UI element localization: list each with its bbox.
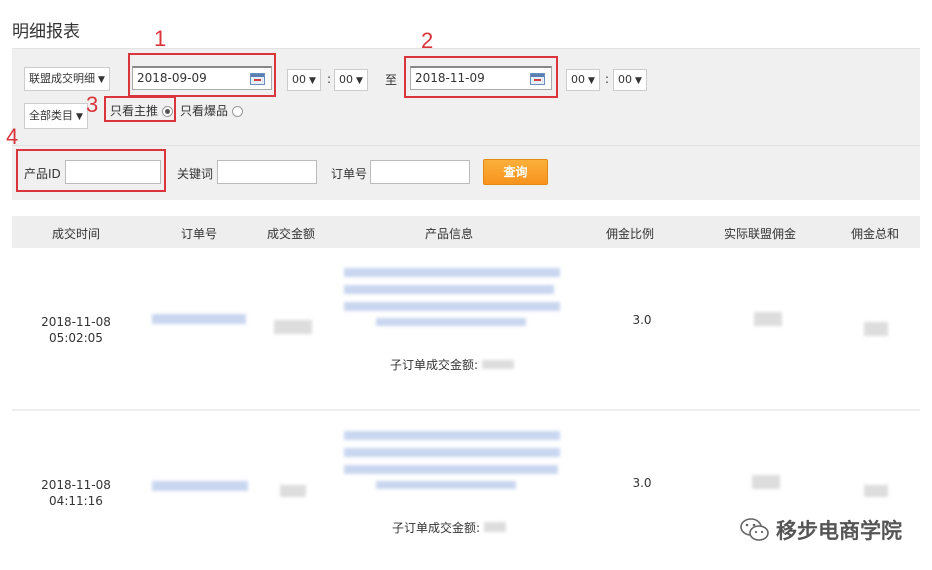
order-number-blurred[interactable] [152,314,246,324]
end-minute-value: 00 [618,73,632,86]
product-info-blurred[interactable] [344,431,560,440]
end-hour-value: 00 [571,73,585,86]
column-header: 佣金总和 [850,227,900,241]
chevron-down-icon: ▼ [356,76,363,86]
annotation-box-1 [128,53,276,97]
commission-total-blurred [864,322,888,336]
divider [12,145,920,146]
chevron-down-icon: ▼ [635,76,642,86]
sub-order-amount: 子订单成交金额: [390,356,515,373]
category-value: 全部类目 [29,109,73,122]
column-header: 成交时间 [51,227,101,241]
commission-total-blurred [864,485,888,497]
product-info-blurred[interactable] [344,448,560,457]
colon: : [605,72,610,86]
transaction-time: 2018-11-08 05:02:05 [41,315,111,345]
table-row: 2018-11-08 04:11:16 3.0 子订单成交金额: [0,411,932,570]
chevron-down-icon: ▼ [588,76,595,86]
column-header: 订单号 [180,227,218,241]
annotation-number-4: 4 [6,124,19,149]
annotation-number-2: 2 [421,28,434,53]
query-button[interactable]: 查询 [483,159,548,185]
start-minute-select[interactable]: 00 ▼ [334,69,368,91]
table-row: 2018-11-08 05:02:05 3.0 子订单成交金额: [0,248,932,410]
order-number-input[interactable] [370,160,470,184]
product-info-blurred[interactable] [344,268,560,277]
product-info-blurred[interactable] [344,285,554,294]
radio-unselected-icon[interactable] [231,106,243,117]
annotation-box-4 [16,149,166,192]
chevron-down-icon: ▼ [76,112,83,122]
column-header: 佣金比例 [605,227,655,241]
wechat-icon [740,518,769,541]
page-title: 明细报表 [12,22,80,42]
actual-commission-blurred [754,312,782,326]
transaction-time: 2018-11-08 04:11:16 [41,478,111,508]
end-hour-select[interactable]: 00 ▼ [566,69,600,91]
sub-order-label: 子订单成交金额: [392,521,481,535]
to-label: 至 [385,73,398,87]
report-type-select[interactable]: 联盟成交明细 ▼ [24,67,110,91]
chevron-down-icon: ▼ [309,76,316,86]
annotation-number-3: 3 [86,92,99,117]
sub-order-amount: 子订单成交金额: [392,519,507,536]
end-minute-select[interactable]: 00 ▼ [613,69,647,91]
colon: : [327,72,332,86]
watermark: 移步电商学院 [740,515,902,545]
chevron-down-icon: ▼ [98,75,105,85]
radio-hot-items[interactable]: 只看爆品 [180,102,243,119]
product-info-blurred[interactable] [376,481,516,489]
product-info-blurred[interactable] [344,302,560,311]
amount-blurred [280,485,306,497]
actual-commission-blurred [752,475,780,489]
column-header: 成交金额 [266,227,316,241]
commission-rate: 3.0 [632,476,652,490]
annotation-box-3 [104,96,176,122]
keyword-label: 关键词 [177,167,214,181]
product-info-blurred[interactable] [344,465,558,474]
start-minute-value: 00 [339,73,353,86]
sub-order-value-blurred [482,360,515,369]
column-header: 实际联盟佣金 [723,227,797,241]
category-select[interactable]: 全部类目 ▼ [24,103,88,129]
start-hour-select[interactable]: 00 ▼ [287,69,321,91]
annotation-number-1: 1 [154,26,167,51]
order-number-blurred[interactable] [152,481,248,491]
column-header: 产品信息 [424,227,474,241]
amount-blurred [274,320,312,334]
annotation-box-2 [404,56,558,98]
start-hour-value: 00 [292,73,306,86]
radio-hot-label: 只看爆品 [180,104,229,118]
table-header: 成交时间 订单号 成交金额 产品信息 佣金比例 实际联盟佣金 佣金总和 [12,216,920,248]
order-number-label: 订单号 [331,167,368,181]
sub-order-label: 子订单成交金额: [390,358,479,372]
keyword-input[interactable] [217,160,317,184]
commission-rate: 3.0 [632,313,652,327]
sub-order-value-blurred [484,522,507,532]
product-info-blurred[interactable] [376,318,526,326]
report-type-value: 联盟成交明细 [29,72,95,85]
watermark-text: 移步电商学院 [776,519,902,543]
